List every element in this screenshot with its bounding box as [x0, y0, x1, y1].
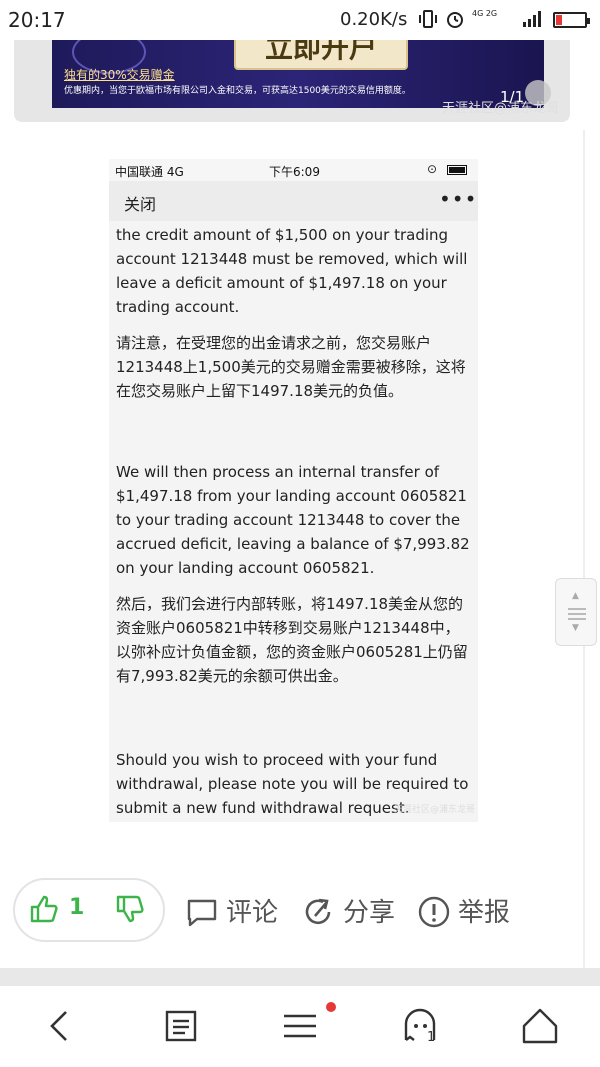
vote-count: 1 — [69, 895, 85, 920]
embedded-lock-icon: ⊙ — [427, 162, 438, 176]
share-icon — [305, 898, 331, 925]
vote-pill: 1 — [13, 878, 165, 942]
embedded-nav-bar: 关闭 ••• — [109, 181, 478, 221]
embedded-time: 下午6:09 — [269, 165, 320, 179]
paragraph-en-2: We will then process an internal transfe… — [116, 463, 470, 577]
share-label: 分享 — [343, 898, 396, 928]
paragraph-zh-2: 然后，我们会进行内部转账，将1497.18美金从您的资金账户0605821中转移… — [116, 595, 468, 685]
chat-count: 1 — [427, 1030, 436, 1045]
scroll-up-icon: ▲ — [572, 591, 579, 601]
open-account-button[interactable]: 立即开户 — [234, 40, 408, 70]
report-label: 举报 — [458, 898, 511, 928]
comment-label: 评论 — [226, 898, 279, 928]
signal-icon — [522, 10, 544, 32]
separator — [0, 968, 600, 986]
home-icon[interactable] — [518, 1004, 562, 1048]
thumbs-up-icon[interactable] — [29, 894, 59, 924]
thumbs-down-icon[interactable] — [115, 894, 145, 924]
notification-badge — [326, 1002, 336, 1012]
page-scroll-rail — [583, 130, 585, 970]
battery-low-icon — [553, 12, 590, 28]
comment-icon — [187, 899, 217, 927]
embedded-close-button: 关闭 — [124, 195, 157, 214]
paragraph-en-1: the credit amount of $1,500 on your trad… — [116, 226, 468, 316]
bottom-nav: 1 — [0, 986, 600, 1067]
embedded-watermark: 天涯社区@浦东龙哥 — [394, 805, 476, 815]
embedded-screenshot: 中国联通 4G 下午6:09 ⊙ 关闭 ••• the credit amoun… — [109, 159, 478, 822]
drag-lines-icon — [568, 605, 586, 623]
status-speed: 0.20K/s — [340, 9, 408, 30]
status-bar: 20:17 0.20K/s 4G 2G — [0, 0, 600, 40]
vibrate-icon — [418, 10, 438, 32]
banner-watermark: 天涯社区@浦东龙哥 — [442, 101, 560, 116]
banner-title: 独有的30%交易赠金 — [64, 68, 175, 82]
chat-icon[interactable] — [398, 1004, 442, 1048]
network-badge: 4G 2G — [472, 9, 498, 18]
embedded-more-icon: ••• — [439, 187, 478, 211]
banner-description: 优惠期内，当您于欧福市场有限公司入金和交易，可获高达1500美元的交易信用额度。 — [64, 86, 411, 96]
paragraph-zh-1: 请注意，在受理您的出金请求之前，您交易账户1213448上1,500美元的交易赠… — [116, 334, 466, 400]
embedded-carrier: 中国联通 4G — [115, 165, 184, 179]
back-icon[interactable] — [40, 1004, 84, 1048]
scroll-down-icon: ▼ — [572, 623, 579, 633]
status-time: 20:17 — [8, 8, 66, 32]
embedded-status-bar: 中国联通 4G 下午6:09 ⊙ — [109, 159, 478, 181]
embedded-battery-icon — [447, 165, 467, 175]
reader-icon[interactable] — [159, 1004, 203, 1048]
alarm-icon — [446, 10, 464, 32]
menu-icon[interactable] — [278, 1004, 322, 1048]
alert-icon — [418, 896, 450, 928]
scroll-handle[interactable]: ▲ ▼ — [555, 578, 597, 646]
